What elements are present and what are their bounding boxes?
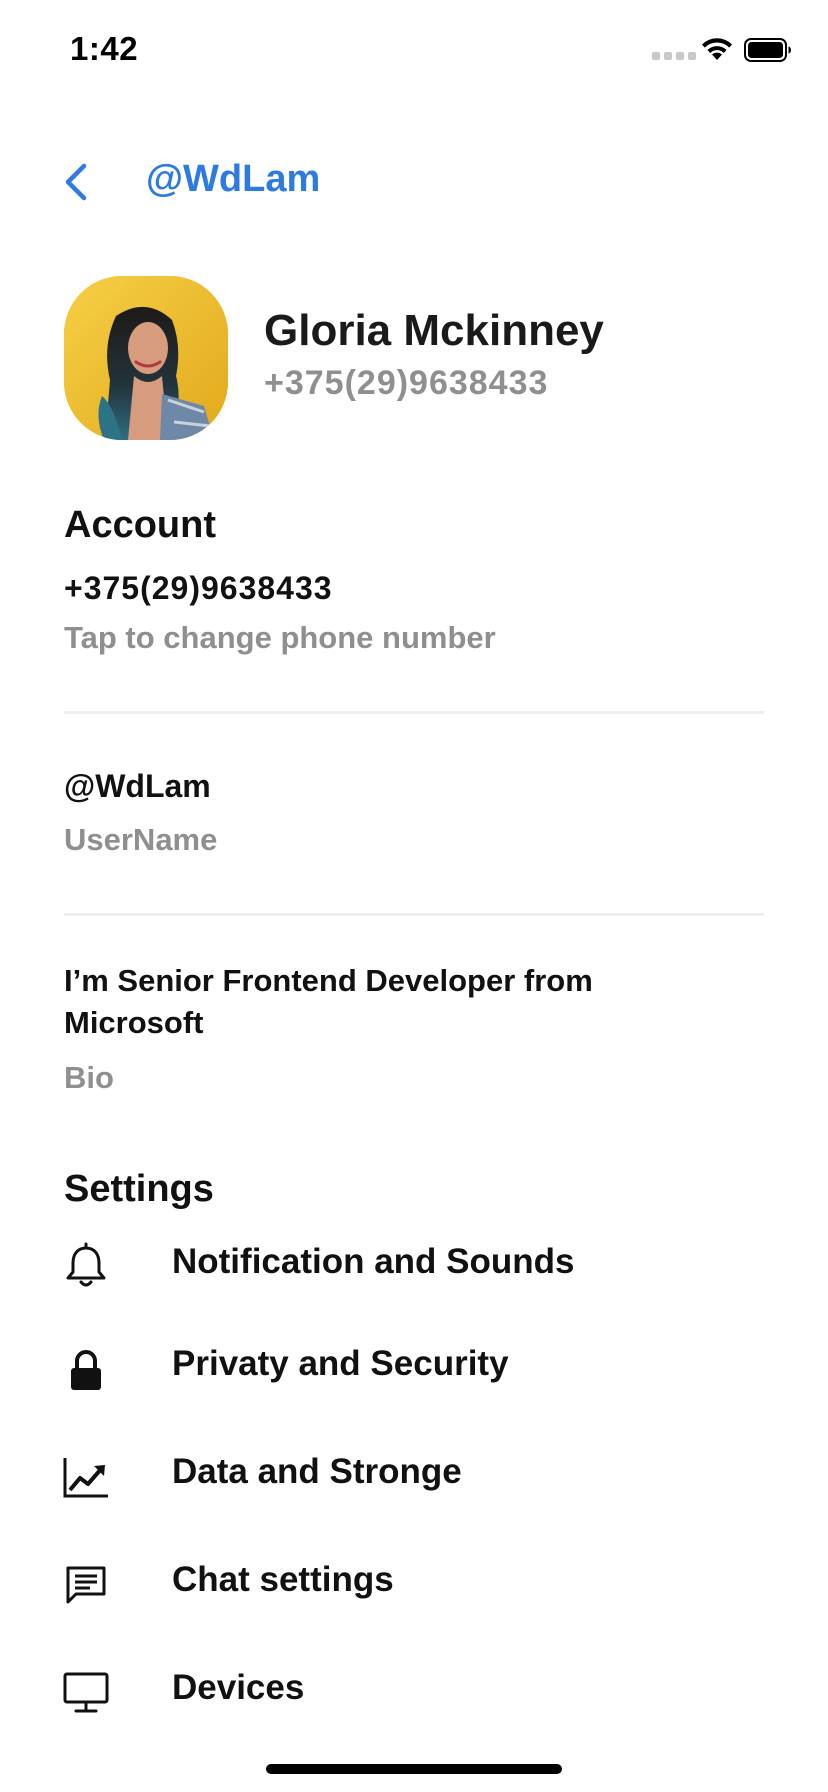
settings-item-label: Privaty and Security <box>172 1344 509 1383</box>
status-time: 1:42 <box>70 30 139 67</box>
account-section-title: Account <box>64 504 216 546</box>
home-indicator[interactable] <box>266 1764 562 1774</box>
settings-section-title: Settings <box>64 1168 214 1210</box>
bio-value: I’m Senior Frontend Developer from Micro… <box>64 963 593 1040</box>
settings-item-label: Notification and Sounds <box>172 1242 575 1281</box>
bio-row[interactable]: I’m Senior Frontend Developer from Micro… <box>64 960 764 1100</box>
divider <box>64 913 764 916</box>
wifi-icon <box>702 38 732 60</box>
battery-icon <box>744 38 791 62</box>
username-value: @WdLam <box>64 768 211 804</box>
settings-item-label: Data and Stronge <box>172 1452 462 1491</box>
phone-number-value: +375(29)9638433 <box>64 570 333 606</box>
phone-number-hint: Tap to change phone number <box>64 620 496 655</box>
settings-item-privacy[interactable]: Privaty and Security <box>56 1324 776 1404</box>
profile-phone: +375(29)9638433 <box>264 364 549 402</box>
bell-icon <box>66 1242 106 1287</box>
chevron-left-icon <box>65 163 87 201</box>
divider <box>64 711 764 714</box>
avatar[interactable] <box>64 276 228 440</box>
profile-name: Gloria Mckinney <box>264 306 604 355</box>
settings-item-devices[interactable]: Devices <box>56 1648 776 1728</box>
bio-label: Bio <box>64 1060 114 1095</box>
settings-item-data-storage[interactable]: Data and Stronge <box>56 1432 776 1512</box>
monitor-icon <box>63 1672 109 1713</box>
back-button[interactable] <box>56 160 96 204</box>
avatar-photo <box>64 276 228 440</box>
username-row[interactable]: @WdLam UserName <box>64 768 764 868</box>
settings-item-chat[interactable]: Chat settings <box>56 1540 776 1620</box>
page-title: @WdLam <box>146 158 321 200</box>
phone-number-row[interactable]: +375(29)9638433 Tap to change phone numb… <box>64 570 764 674</box>
lock-icon <box>71 1350 101 1390</box>
settings-item-label: Chat settings <box>172 1560 394 1599</box>
cellular-signal-icon <box>652 52 696 60</box>
username-label: UserName <box>64 822 218 857</box>
chat-message-icon <box>66 1566 106 1604</box>
trending-up-chart-icon <box>63 1458 108 1498</box>
status-indicators <box>652 36 792 64</box>
settings-item-notifications[interactable]: Notification and Sounds <box>56 1222 776 1302</box>
settings-item-label: Devices <box>172 1668 305 1707</box>
